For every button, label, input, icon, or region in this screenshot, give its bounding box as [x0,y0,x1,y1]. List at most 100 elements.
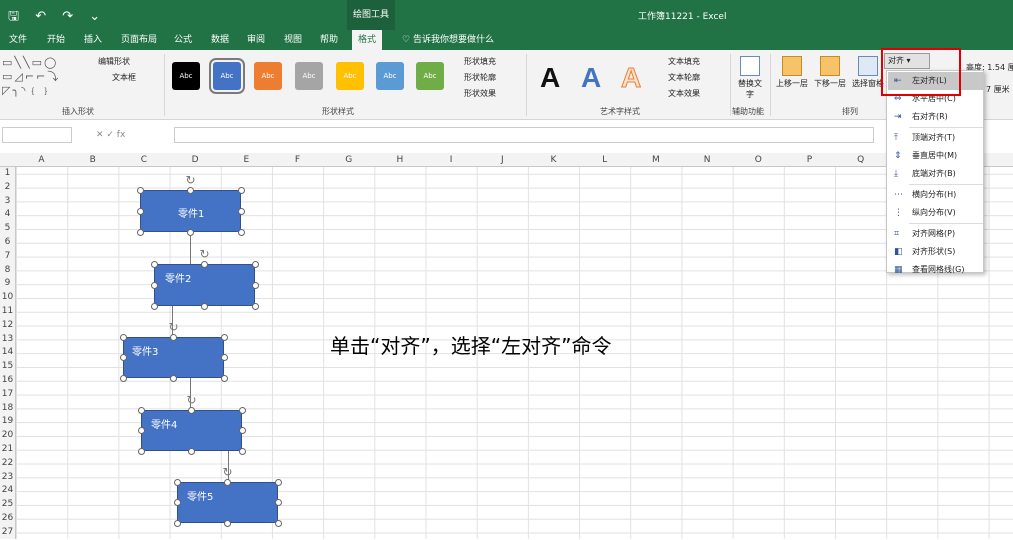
resize-handle[interactable] [173,478,181,486]
resize-handle[interactable] [173,519,181,527]
column-header[interactable]: B [67,153,118,167]
resize-handle[interactable] [220,333,228,341]
shape-outline-button[interactable]: 形状轮廓 [464,72,496,83]
resize-handle[interactable] [220,374,228,382]
row-header[interactable]: 26 [0,512,15,526]
rotate-handle-icon[interactable]: ↻ [185,174,197,186]
resize-handle[interactable] [137,406,145,414]
resize-handle[interactable] [274,499,282,506]
wordart-orange-outline[interactable]: A [620,62,641,94]
column-header[interactable]: F [272,153,323,167]
resize-handle[interactable] [173,499,181,506]
shape-style-green[interactable]: Abc [416,62,444,90]
shape-part-2[interactable]: 零件2 [154,264,255,306]
tab-view[interactable]: 视图 [284,30,302,50]
resize-handle[interactable] [150,281,158,289]
resize-handle[interactable] [150,302,158,310]
row-header[interactable]: 6 [0,236,15,250]
quick-access-toolbar[interactable]: 🖫 ↶ ↷ ⌄ [8,7,106,29]
align-menu-item[interactable]: ⤒ 顶端对齐(T) [888,129,983,147]
align-button[interactable]: 对齐 ▾ [884,53,930,69]
row-header[interactable]: 8 [0,264,15,278]
tab-review[interactable]: 审阅 [247,30,265,50]
row-header[interactable]: 19 [0,415,15,429]
rotate-handle-icon[interactable]: ↻ [168,321,180,333]
text-outline-button[interactable]: 文本轮廓 [668,72,700,83]
row-header[interactable]: 3 [0,195,15,209]
rotate-handle-icon[interactable]: ↻ [186,394,198,406]
column-header[interactable]: G [323,153,374,167]
resize-handle[interactable] [170,333,177,341]
resize-handle[interactable] [224,519,231,527]
column-header[interactable]: A [16,153,67,167]
resize-handle[interactable] [136,228,144,236]
column-header[interactable]: N [682,153,733,167]
shape-effect-button[interactable]: 形状效果 [464,88,496,99]
column-header[interactable]: H [374,153,425,167]
resize-handle[interactable] [251,281,259,289]
resize-handle[interactable] [136,186,144,194]
tab-format[interactable]: 格式 [352,30,383,50]
tab-home[interactable]: 开始 [47,30,65,50]
column-header[interactable]: P [784,153,835,167]
row-header[interactable]: 18 [0,402,15,416]
row-header[interactable]: 22 [0,457,15,471]
resize-handle[interactable] [238,427,246,434]
resize-handle[interactable] [237,186,245,194]
column-header[interactable]: C [118,153,169,167]
column-header[interactable]: O [733,153,784,167]
text-effect-button[interactable]: 文本效果 [668,88,700,99]
resize-handle[interactable] [224,478,231,486]
resize-handle[interactable] [201,302,208,310]
row-header[interactable]: 23 [0,471,15,485]
resize-handle[interactable] [188,406,195,414]
textbox-button[interactable]: 文本框 [112,72,136,83]
resize-handle[interactable] [150,260,158,268]
shape-part-3[interactable]: 零件3 [123,337,224,378]
column-header[interactable]: L [579,153,630,167]
rotate-handle-icon[interactable]: ↻ [199,248,211,260]
row-header[interactable]: 10 [0,291,15,305]
align-menu-item[interactable]: ⌗ 对齐网格(P) [888,225,983,243]
shape-style-gray[interactable]: Abc [295,62,323,90]
align-menu-item[interactable]: ⇕ 垂直居中(M) [888,147,983,165]
tab-insert[interactable]: 插入 [84,30,102,50]
row-header[interactable]: 15 [0,360,15,374]
align-menu-item[interactable]: ⇥ 右对齐(R) [888,108,983,126]
column-header[interactable]: Q [835,153,886,167]
shape-style-gold[interactable]: Abc [336,62,364,90]
align-menu-item[interactable]: ⋯ 横向分布(H) [888,186,983,204]
resize-handle[interactable] [119,374,127,382]
rotate-handle-icon[interactable]: ↻ [222,466,234,478]
resize-handle[interactable] [187,228,194,236]
resize-handle[interactable] [137,447,145,455]
row-header[interactable]: 27 [0,526,15,540]
tab-data[interactable]: 数据 [211,30,229,50]
tab-file[interactable]: 文件 [9,30,27,50]
row-header[interactable]: 24 [0,484,15,498]
tab-help[interactable]: 帮助 [320,30,338,50]
formula-buttons[interactable]: ✕ ✓ fx [96,127,172,143]
resize-handle[interactable] [251,302,259,310]
align-menu-item[interactable]: ⇤ 左对齐(L) [888,72,983,90]
resize-handle[interactable] [274,478,282,486]
row-header[interactable]: 21 [0,443,15,457]
row-header[interactable]: 12 [0,319,15,333]
resize-handle[interactable] [220,354,228,361]
resize-handle[interactable] [238,447,246,455]
align-menu-item[interactable]: ▦ 查看网格线(G) [888,261,983,279]
text-fill-button[interactable]: 文本填充 [668,56,700,67]
wordart-black[interactable]: A [540,62,560,94]
width-value[interactable]: 7 厘米 [986,84,1010,95]
row-header[interactable]: 9 [0,277,15,291]
row-header[interactable]: 4 [0,208,15,222]
resize-handle[interactable] [237,228,245,236]
align-menu-item[interactable]: ⋮ 纵向分布(V) [888,204,983,222]
bring-forward-button[interactable]: 上移一层 [774,56,810,89]
align-menu-item[interactable]: ◧ 对齐形状(S) [888,243,983,261]
align-menu-item[interactable]: ⇔ 水平居中(C) [888,90,983,108]
shape-part-5[interactable]: 零件5 [177,482,278,523]
row-header[interactable]: 5 [0,222,15,236]
tab-page-layout[interactable]: 页面布局 [121,30,157,50]
align-menu-item[interactable]: ⤓ 底端对齐(B) [888,165,983,183]
